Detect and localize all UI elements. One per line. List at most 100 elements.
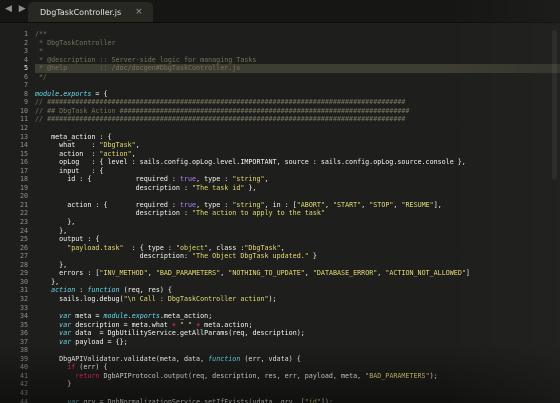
code-token: // #####################################… xyxy=(35,115,406,124)
line-number: 18 xyxy=(19,175,28,184)
code-line[interactable]: // #####################################… xyxy=(35,115,560,124)
line-number-gutter: 1 2 3 4 5 6 7 8 9 10 11 12 13 14 15 16 17 18 19 20 21 22 23 24 2… xyxy=(0,30,32,403)
code-token: qry = DgbNormalizationService.setIfExist… xyxy=(79,397,305,403)
line-number: 10 xyxy=(19,106,28,115)
code-line[interactable]: * @description :: Server-side logic for … xyxy=(35,56,560,65)
line-number: 40 xyxy=(19,363,28,372)
code-line[interactable]: }, xyxy=(35,227,560,236)
code-token: ], xyxy=(433,200,442,209)
code-line[interactable]: description: "The Object DbgTask updated… xyxy=(35,252,560,261)
code-token: , xyxy=(280,243,285,252)
line-number: 24 xyxy=(19,226,28,235)
code-token: "string" xyxy=(232,175,265,184)
code-line[interactable]: action : function (req, res) { xyxy=(35,286,560,295)
code-token: */ xyxy=(35,72,48,81)
code-token: .meta_action; xyxy=(159,312,213,321)
code-line[interactable]: var data = DgbUtilityService.getAllParam… xyxy=(35,329,560,338)
code-token: , type : xyxy=(196,200,233,209)
line-number: 28 xyxy=(19,260,28,269)
code-token: }, xyxy=(35,260,68,269)
code-line[interactable]: } xyxy=(35,380,560,389)
code-token: }, xyxy=(35,218,76,227)
code-line[interactable] xyxy=(35,124,560,133)
tab-dbgtaskcontroller[interactable]: DbgTaskController.js × xyxy=(28,2,153,22)
code-line[interactable]: what : "DbgTask", xyxy=(35,141,560,150)
code-line[interactable]: * DbgTaskController xyxy=(35,39,560,48)
code-line[interactable] xyxy=(35,304,560,313)
code-line[interactable]: output : { xyxy=(35,235,560,244)
code-line[interactable]: // #####################################… xyxy=(35,98,560,107)
code-token: (err, vdata) { xyxy=(240,354,301,363)
line-number: 34 xyxy=(19,312,28,321)
code-line[interactable]: var qry = DgbNormalizationService.setIfE… xyxy=(35,398,560,403)
code-line[interactable]: if (err) { xyxy=(35,363,560,372)
code-line[interactable]: description : "The action to apply to th… xyxy=(35,209,560,218)
line-number: 1 xyxy=(23,30,28,38)
code-token: true xyxy=(179,200,197,209)
code-token: "DbgTask" xyxy=(99,141,136,150)
code-line[interactable]: */ xyxy=(35,73,560,82)
line-number: 30 xyxy=(19,277,28,286)
code-token: "ABORT" xyxy=(296,200,325,209)
code-line[interactable]: DbgAPIValidator.validate(meta, data, fun… xyxy=(35,355,560,364)
tab-nav-arrows-icon[interactable]: ◀ ▶ xyxy=(5,4,28,14)
code-token: "STOP" xyxy=(369,200,394,209)
code-token: "string" xyxy=(232,200,265,209)
code-area[interactable]: /** * DbgTaskController * * @description… xyxy=(35,30,560,403)
code-token: } xyxy=(35,380,72,389)
code-line[interactable]: opLog : { level : sails.config.opLog.lev… xyxy=(35,158,560,167)
code-line[interactable]: // ## DbgTask Action ###################… xyxy=(35,107,560,116)
code-token: var xyxy=(59,337,72,346)
code-line[interactable]: sails.log.debug("\n Call : DbgTaskContro… xyxy=(35,295,560,304)
code-line[interactable]: action : "action", xyxy=(35,150,560,159)
code-token: ); xyxy=(429,371,438,380)
code-token: * @help :: /doc/docgen#DbgTaskController… xyxy=(35,64,241,73)
code-token: , xyxy=(147,269,156,278)
line-number: 39 xyxy=(19,354,28,363)
code-token: meta_action : { xyxy=(35,132,112,141)
code-line[interactable]: * xyxy=(35,47,560,56)
code-token: } xyxy=(308,252,317,261)
code-line[interactable]: module.exports = { xyxy=(35,90,560,99)
code-line[interactable]: description : "The task id" }, xyxy=(35,184,560,193)
scrollbar[interactable] xyxy=(552,30,557,180)
code-line[interactable]: }, xyxy=(35,218,560,227)
code-line[interactable] xyxy=(35,389,560,398)
code-line[interactable]: * @help :: /doc/docgen#DbgTaskController… xyxy=(35,64,560,73)
code-line[interactable] xyxy=(35,346,560,355)
code-line[interactable]: errors : ["INV_METHOD", "BAD_PARAMETERS"… xyxy=(35,269,560,278)
code-line[interactable]: /** xyxy=(35,30,560,39)
code-line[interactable]: var meta = module.exports.meta_action; xyxy=(35,312,560,321)
code-token: "BAD_PARAMETERS" xyxy=(365,371,430,380)
code-token: sails.log.debug( xyxy=(35,294,124,303)
code-token: // #####################################… xyxy=(35,98,406,107)
code-line[interactable]: action : { required : true, type : "stri… xyxy=(35,201,560,210)
code-token: , xyxy=(264,175,269,184)
code-line[interactable]: return DgbAPIProtocol.output(req, descri… xyxy=(35,372,560,381)
code-line[interactable]: "payload.task" : { type : "object", clas… xyxy=(35,244,560,253)
code-line[interactable]: id : { required : true, type : "string", xyxy=(35,175,560,184)
code-token: "INV_METHOD" xyxy=(99,269,148,278)
line-number: 3 xyxy=(23,47,28,56)
code-token: meta.action; xyxy=(200,320,253,329)
code-token: : xyxy=(75,286,88,295)
code-line[interactable]: meta_action : { xyxy=(35,133,560,142)
code-token: data = DgbUtilityService.getAllParams(re… xyxy=(71,329,305,338)
code-line[interactable]: }, xyxy=(35,261,560,270)
code-line[interactable]: input : { xyxy=(35,167,560,176)
tab-bar: ◀ ▶ DbgTaskController.js × xyxy=(0,0,560,23)
code-token: opLog : { level : sails.config.opLog.lev… xyxy=(35,158,466,167)
code-line[interactable]: var description = meta.what + " " + meta… xyxy=(35,321,560,330)
line-number: 9 xyxy=(23,98,28,107)
close-icon[interactable]: × xyxy=(135,7,143,17)
code-line[interactable]: var payload = {}; xyxy=(35,338,560,347)
code-line[interactable]: }, xyxy=(35,278,560,287)
code-line[interactable] xyxy=(35,81,560,90)
code-line[interactable] xyxy=(35,192,560,201)
